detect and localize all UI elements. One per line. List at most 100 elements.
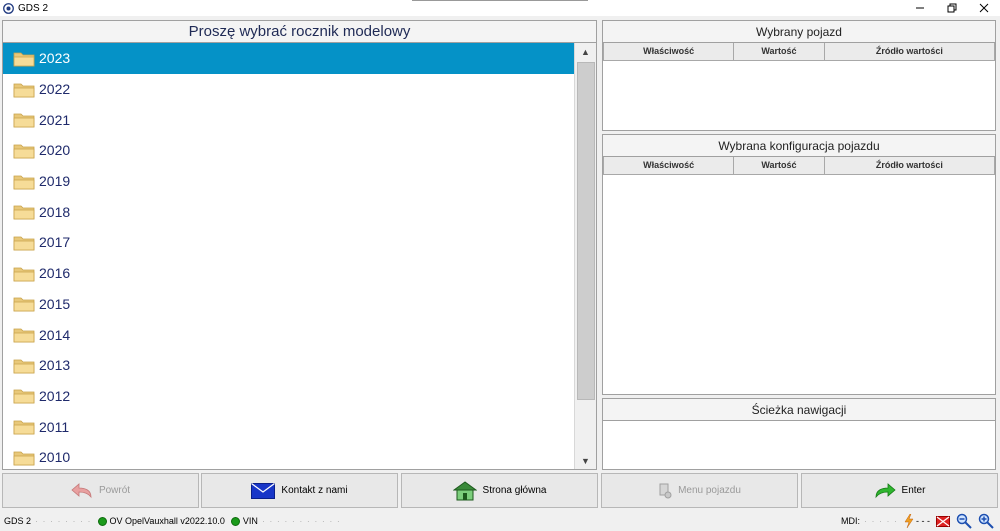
home-page-label: Strona główna xyxy=(482,485,547,496)
home-page-button[interactable]: Strona główna xyxy=(401,473,598,508)
folder-icon xyxy=(13,359,35,374)
enter-label: Enter xyxy=(901,485,926,496)
year-label: 2020 xyxy=(39,142,71,159)
selected-vehicle-panel: Wybrany pojazd Właściwość Wartość Źródło… xyxy=(602,20,996,131)
folder-icon xyxy=(13,144,35,159)
folder-icon xyxy=(13,113,35,128)
folder-icon xyxy=(13,175,35,189)
column-header-value[interactable]: Wartość xyxy=(733,43,825,61)
status-module: OV OpelVauxhall v2022.10.0 xyxy=(109,516,225,526)
list-item-year-2010[interactable]: 2010 xyxy=(3,442,574,469)
mail-alert-icon[interactable] xyxy=(936,515,950,527)
list-item-year-2020[interactable]: 2020 xyxy=(3,135,574,166)
status-mdi-label: MDI: xyxy=(841,516,860,526)
folder-icon xyxy=(13,297,35,312)
list-item-year-2017[interactable]: 2017 xyxy=(3,227,574,258)
zoom-in-icon[interactable] xyxy=(978,513,994,529)
gds-logo-icon xyxy=(3,2,14,14)
year-label: 2011 xyxy=(39,418,70,435)
year-list-scrollbar[interactable]: ▲ ▼ xyxy=(574,43,596,469)
status-signal: - - - xyxy=(916,516,930,526)
back-button[interactable]: Powrót xyxy=(2,473,199,508)
model-year-list: 2023 2022 2021 2020 2019 2018 2017 2016 2015 2014… xyxy=(3,43,574,469)
title-bar: GDS 2 xyxy=(0,0,1000,16)
year-label: 2014 xyxy=(39,326,71,343)
folder-icon xyxy=(13,236,35,251)
contact-us-button[interactable]: Kontakt z nami xyxy=(201,473,398,508)
folder-icon xyxy=(13,390,35,404)
year-label: 2010 xyxy=(39,449,71,466)
back-arrow-icon xyxy=(71,482,92,498)
zoom-out-icon[interactable] xyxy=(956,513,972,529)
list-item-year-2014[interactable]: 2014 xyxy=(3,319,574,350)
navigation-path-panel: Ścieżka nawigacji xyxy=(602,398,996,470)
folder-icon xyxy=(13,205,35,220)
close-button[interactable] xyxy=(968,0,1000,16)
year-label: 2015 xyxy=(39,295,71,312)
year-label: 2023 xyxy=(39,50,71,67)
restore-button[interactable] xyxy=(936,0,968,16)
list-item-year-2015[interactable]: 2015 xyxy=(3,289,574,320)
vehicle-menu-label: Menu pojazdu xyxy=(678,485,741,496)
status-app-name: GDS 2 xyxy=(4,516,32,526)
column-header-source[interactable]: Źródło wartości xyxy=(823,43,996,61)
scroll-up-arrow-icon[interactable]: ▲ xyxy=(575,43,596,60)
list-item-year-2022[interactable]: 2022 xyxy=(3,74,574,105)
list-item-year-2021[interactable]: 2021 xyxy=(3,104,574,135)
status-bar: GDS 2 · · · · · · · · OV OpelVauxhall v2… xyxy=(0,511,1000,531)
folder-icon xyxy=(13,420,35,435)
back-label: Powrót xyxy=(98,485,131,496)
navigation-path-title: Ścieżka nawigacji xyxy=(603,399,995,421)
title-divider xyxy=(412,0,588,1)
list-item-year-2012[interactable]: 2012 xyxy=(3,381,574,412)
minimize-icon xyxy=(916,7,924,9)
folder-icon xyxy=(13,52,35,67)
column-header-source[interactable]: Źródło wartości xyxy=(823,157,996,175)
minimize-button[interactable] xyxy=(904,0,936,16)
contact-us-label: Kontakt z nami xyxy=(281,485,348,496)
folder-icon xyxy=(13,267,35,282)
vehicle-menu-button[interactable]: Menu pojazdu xyxy=(601,473,798,508)
list-item-year-2011[interactable]: 2011 xyxy=(3,411,574,442)
year-label: 2022 xyxy=(39,81,71,98)
list-item-year-2016[interactable]: 2016 xyxy=(3,258,574,289)
column-header-value[interactable]: Wartość xyxy=(733,157,825,175)
list-item-year-2013[interactable]: 2013 xyxy=(3,350,574,381)
envelope-icon xyxy=(251,482,276,499)
column-header-property[interactable]: Właściwość xyxy=(602,43,735,61)
selected-vehicle-table: Właściwość Wartość Źródło wartości xyxy=(602,43,996,61)
folder-icon xyxy=(13,451,35,466)
year-label: 2012 xyxy=(39,387,71,404)
selected-vehicle-title: Wybrany pojazd xyxy=(603,21,995,43)
vehicle-config-title: Wybrana konfiguracja pojazdu xyxy=(603,135,995,157)
year-label: 2021 xyxy=(39,111,71,128)
scroll-down-arrow-icon[interactable]: ▼ xyxy=(575,452,596,469)
status-vin-value: · · · · · · · · · · · xyxy=(261,516,341,526)
scroll-thumb[interactable] xyxy=(577,62,595,400)
list-item-year-2023[interactable]: 2023 xyxy=(3,43,574,74)
bottom-toolbar: Powrót Kontakt z nami Strona główna Menu… xyxy=(0,473,1000,509)
list-item-year-2019[interactable]: 2019 xyxy=(3,166,574,197)
status-mdi-value: · · · · · xyxy=(864,516,898,526)
vin-status-icon xyxy=(230,516,240,526)
close-icon xyxy=(979,3,989,13)
window-title: GDS 2 xyxy=(18,2,49,14)
status-ok-icon xyxy=(97,516,107,526)
vehicle-config-table: Właściwość Wartość Źródło wartości xyxy=(602,157,996,175)
house-icon xyxy=(452,480,477,500)
year-label: 2017 xyxy=(39,234,71,251)
enter-arrow-icon xyxy=(875,482,896,498)
year-label: 2019 xyxy=(39,173,71,190)
vehicle-menu-icon xyxy=(659,483,672,498)
lightning-icon xyxy=(904,514,914,528)
folder-icon xyxy=(13,83,35,97)
restore-icon xyxy=(947,3,957,13)
year-label: 2018 xyxy=(39,203,71,220)
status-vin-label: VIN xyxy=(242,516,258,526)
column-header-property[interactable]: Właściwość xyxy=(602,157,735,175)
year-label: 2016 xyxy=(39,265,71,282)
model-year-panel: Proszę wybrać rocznik modelowy 2023 2022 2… xyxy=(2,20,597,470)
list-item-year-2018[interactable]: 2018 xyxy=(3,196,574,227)
folder-icon xyxy=(13,328,35,343)
enter-button[interactable]: Enter xyxy=(801,473,998,508)
